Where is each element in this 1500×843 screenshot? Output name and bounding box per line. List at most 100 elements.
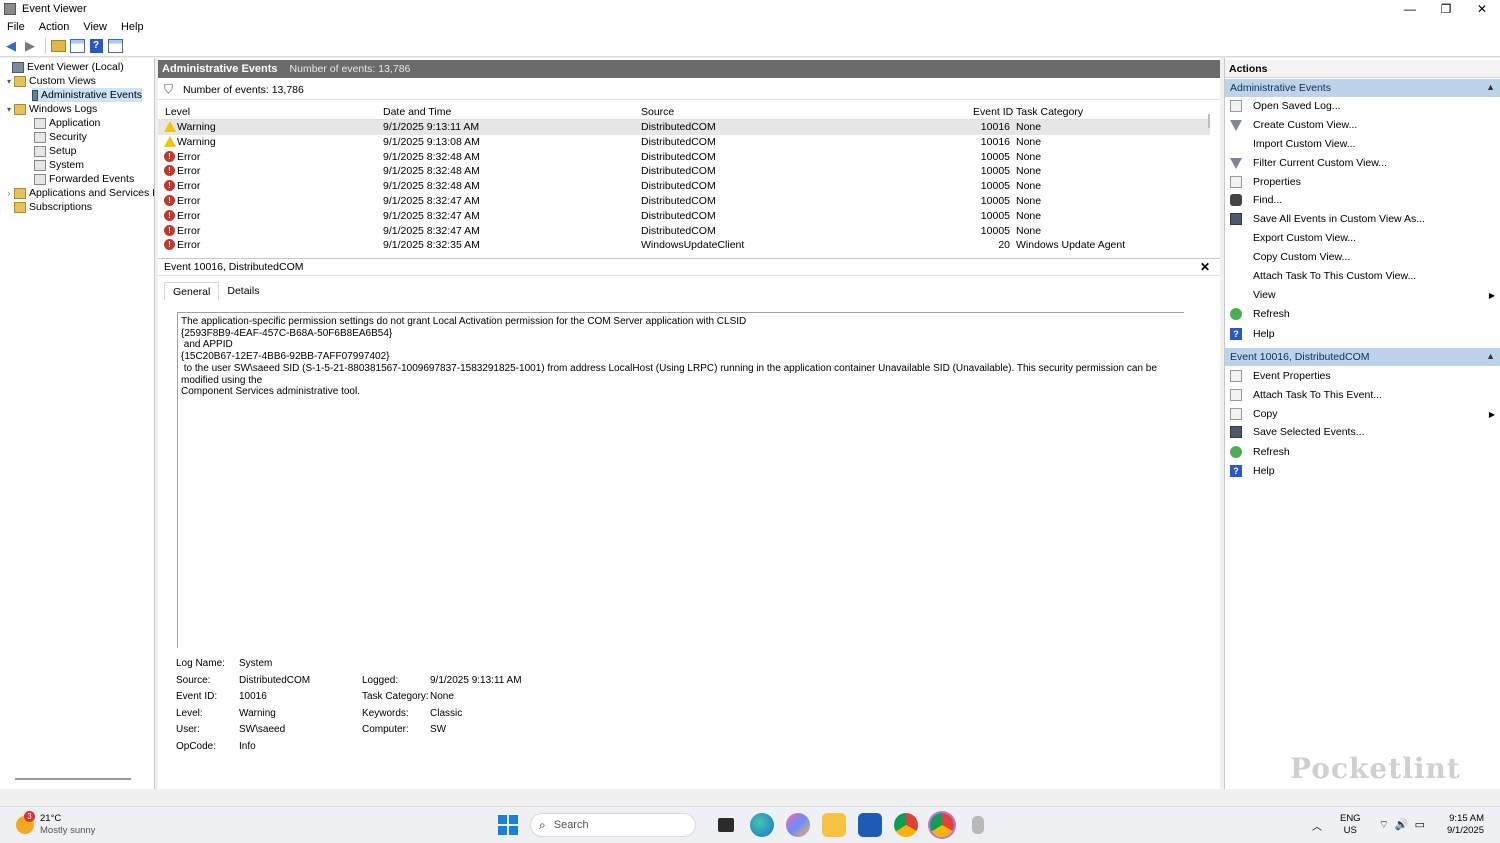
error-icon: ! (164, 224, 175, 236)
cell-event-id: 10005 (980, 194, 1010, 207)
tab-general[interactable]: General (164, 282, 220, 300)
column-header-date[interactable]: Date and Time (383, 106, 451, 118)
table-header: Level Date and Time Source Event ID Task… (158, 104, 1210, 120)
show-hidden-icons-chevron-icon[interactable]: ︿ (1312, 818, 1322, 833)
vertical-scrollbar-thumb[interactable] (1208, 114, 1210, 128)
expand-chevron-icon[interactable]: ▾ (4, 77, 14, 86)
column-header-source[interactable]: Source (641, 106, 674, 118)
table-row[interactable]: ! Error 9/1/2025 8:32:47 AM DistributedC… (158, 194, 1210, 209)
action-create-custom-view[interactable]: Create Custom View... (1225, 116, 1500, 134)
action-help-event[interactable]: ? Help (1225, 462, 1500, 480)
center-pane: Administrative Events Number of events: … (158, 58, 1220, 789)
error-icon: ! (164, 209, 175, 221)
chrome-icon[interactable] (894, 813, 918, 837)
table-row[interactable]: ! Error 9/1/2025 8:32:48 AM DistributedC… (158, 179, 1210, 194)
action-find[interactable]: Find... (1225, 191, 1500, 209)
action-save-selected-events[interactable]: Save Selected Events... (1225, 423, 1500, 441)
action-export-custom-view[interactable]: Export Custom View... (1225, 229, 1500, 247)
copilot-icon[interactable] (786, 813, 810, 837)
event-viewer-taskbar-icon[interactable] (972, 816, 984, 834)
menu-help[interactable]: Help (114, 21, 151, 33)
table-row[interactable]: ! Error 9/1/2025 8:32:48 AM DistributedC… (158, 150, 1210, 165)
tree-item-subscriptions[interactable]: Subscriptions (4, 200, 92, 214)
tree-item-system[interactable]: System (34, 158, 84, 172)
action-properties[interactable]: Properties (1225, 173, 1500, 191)
clock[interactable]: 9:15 AM 9/1/2025 (1447, 813, 1484, 837)
prop-value-logged: 9/1/2025 9:13:11 AM (430, 675, 522, 686)
close-detail-icon[interactable]: ✕ (1200, 260, 1210, 274)
start-button[interactable] (498, 815, 518, 835)
cell-level: Error (177, 209, 201, 222)
action-open-saved-log[interactable]: Open Saved Log... (1225, 97, 1500, 115)
network-volume-battery-icons[interactable]: ⌔🔊▭ (1379, 818, 1431, 832)
weather-widget[interactable]: 3 21°C Mostly sunny (16, 811, 95, 837)
tab-details[interactable]: Details (219, 282, 267, 300)
table-row[interactable]: ! Error 9/1/2025 8:32:48 AM DistributedC… (158, 164, 1210, 179)
file-explorer-icon[interactable] (822, 813, 846, 837)
table-row[interactable]: ! Error 9/1/2025 8:32:47 AM DistributedC… (158, 224, 1210, 239)
action-save-all-events[interactable]: Save All Events in Custom View As... (1225, 210, 1500, 228)
terminal-app-icon[interactable] (718, 818, 734, 832)
cell-event-id: 10016 (980, 135, 1010, 148)
action-help[interactable]: ? Help (1225, 325, 1500, 343)
collapse-arrow-icon[interactable]: ▲ (1486, 82, 1495, 92)
back-arrow-icon[interactable]: ◀ (3, 38, 19, 54)
horizontal-scrollbar[interactable] (15, 778, 131, 780)
help-button[interactable]: ? (88, 38, 104, 54)
cell-level: Error (177, 150, 201, 163)
toolbar-separator (45, 37, 46, 54)
tree-item-forwarded-events[interactable]: Forwarded Events (34, 172, 134, 186)
action-label: Copy (1253, 408, 1278, 420)
restore-button[interactable]: ❐ (1428, 0, 1464, 18)
menu-file[interactable]: File (0, 21, 32, 33)
tree-item-setup[interactable]: Setup (34, 144, 76, 158)
close-button[interactable]: ✕ (1464, 0, 1500, 18)
chrome-profile-icon[interactable] (930, 813, 954, 837)
expand-chevron-icon[interactable]: ▾ (4, 105, 14, 114)
column-header-event-id[interactable]: Event ID (973, 106, 1013, 118)
show-action-pane-button[interactable] (107, 38, 123, 54)
tree-item-windows-logs[interactable]: ▾ Windows Logs (4, 102, 97, 116)
prop-value-level: Warning (239, 708, 276, 719)
cell-category: None (1016, 135, 1042, 148)
menu-action[interactable]: Action (32, 21, 77, 33)
column-header-task-category[interactable]: Task Category (1016, 106, 1083, 118)
language-indicator[interactable]: ENG US (1340, 813, 1361, 837)
tree-item-custom-views[interactable]: ▾ Custom Views (4, 74, 96, 88)
table-row[interactable]: ! Error 9/1/2025 8:32:35 AM WindowsUpdat… (158, 238, 1210, 253)
table-row[interactable]: Warning 9/1/2025 9:13:11 AM DistributedC… (158, 120, 1210, 135)
action-view[interactable]: View ▶ (1225, 286, 1500, 304)
collapse-arrow-icon[interactable]: ▲ (1486, 351, 1495, 361)
menu-view[interactable]: View (76, 21, 114, 33)
microsoft-store-icon[interactable] (858, 813, 882, 837)
action-copy[interactable]: Copy ▶ (1225, 405, 1500, 423)
collapsed-chevron-icon[interactable]: › (4, 189, 14, 198)
action-copy-custom-view[interactable]: Copy Custom View... (1225, 248, 1500, 266)
table-row[interactable]: ! Error 9/1/2025 8:32:47 AM DistributedC… (158, 209, 1210, 224)
forward-arrow-icon[interactable]: ▶ (22, 38, 38, 54)
tree-item-application[interactable]: Application (34, 116, 100, 130)
tree-item-administrative-events[interactable]: Administrative Events (32, 88, 142, 102)
tree-item-event-viewer-local[interactable]: Event Viewer (Local) (2, 60, 124, 74)
action-attach-task-event[interactable]: Attach Task To This Event... (1225, 386, 1500, 404)
column-header-level[interactable]: Level (165, 106, 190, 118)
action-refresh[interactable]: Refresh (1225, 305, 1500, 323)
action-import-custom-view[interactable]: Import Custom View... (1225, 135, 1500, 153)
cell-level: Error (177, 165, 201, 178)
actions-section-administrative-events[interactable]: Administrative Events ▲ (1225, 79, 1500, 97)
up-folder-button[interactable] (50, 38, 66, 54)
taskbar-search[interactable]: ⌕ Search (530, 813, 696, 837)
tree-item-security[interactable]: Security (34, 130, 87, 144)
action-filter-current-custom-view[interactable]: Filter Current Custom View... (1225, 154, 1500, 172)
action-attach-task-custom-view[interactable]: Attach Task To This Custom View... (1225, 267, 1500, 285)
show-hide-tree-button[interactable] (69, 38, 85, 54)
action-label: Help (1253, 465, 1275, 477)
actions-section-event[interactable]: Event 10016, DistributedCOM ▲ (1225, 348, 1500, 366)
minimize-button[interactable]: — (1392, 0, 1428, 18)
tree-item-applications-and-services[interactable]: › Applications and Services Lo (4, 186, 154, 200)
action-refresh-event[interactable]: Refresh (1225, 443, 1500, 461)
action-event-properties[interactable]: Event Properties (1225, 367, 1500, 385)
edge-browser-icon[interactable] (750, 813, 774, 837)
event-message[interactable]: The application-specific permission sett… (177, 312, 1184, 648)
table-row[interactable]: Warning 9/1/2025 9:13:08 AM DistributedC… (158, 135, 1210, 150)
